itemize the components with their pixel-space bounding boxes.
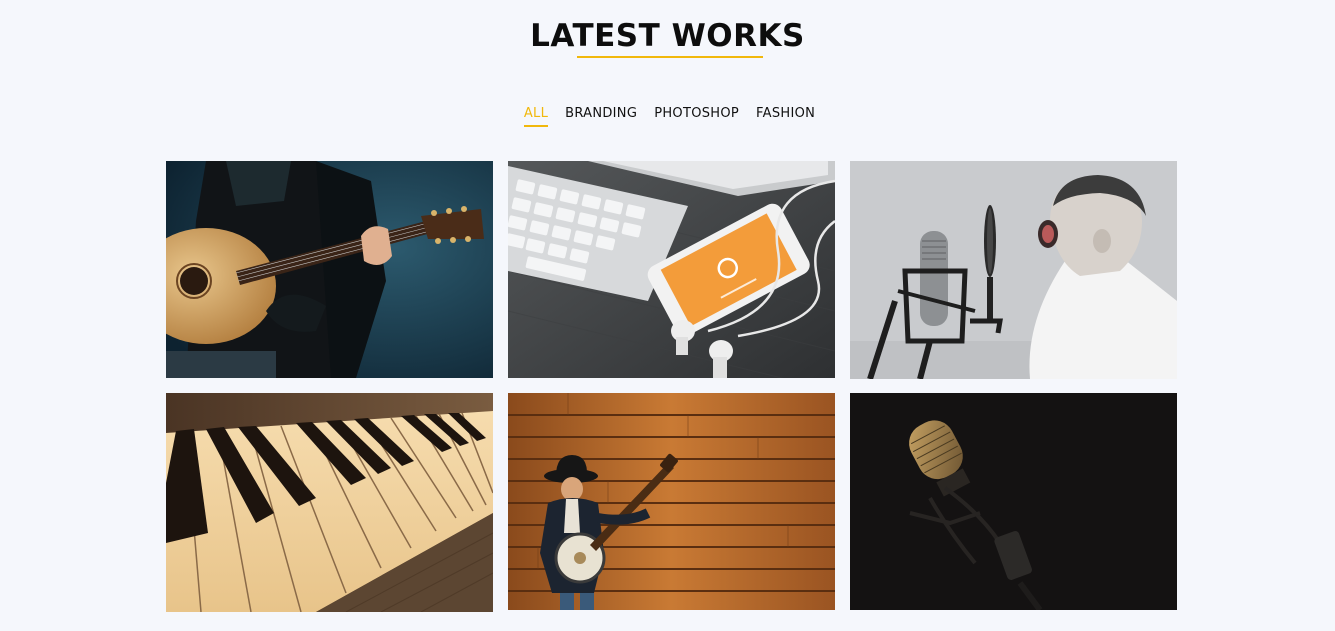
keyboard-phone-earphones-photo <box>508 161 835 378</box>
gallery-item-studio-mic[interactable] <box>850 393 1177 610</box>
filter-photoshop[interactable]: PHOTOSHOP <box>654 104 739 124</box>
filter-fashion[interactable]: FASHION <box>756 104 815 124</box>
gallery-item-guitar[interactable] <box>166 161 493 378</box>
banjo-player-wood-wall-photo <box>508 393 835 610</box>
title-underline <box>577 56 763 58</box>
gallery-item-banjo[interactable] <box>508 393 835 610</box>
piano-keys-photo <box>166 393 493 612</box>
gallery-item-keyboard-phone[interactable] <box>508 161 835 378</box>
portfolio-filter-nav: ALL BRANDING PHOTOSHOP FASHION <box>0 104 1335 127</box>
gallery-item-singing-boy[interactable] <box>850 161 1177 379</box>
studio-microphone-dark-photo <box>850 393 1177 610</box>
gallery-item-piano[interactable] <box>166 393 493 612</box>
boy-singing-microphone-photo <box>850 161 1177 379</box>
filter-branding[interactable]: BRANDING <box>565 104 637 124</box>
section-title: LATEST WORKS <box>530 18 805 54</box>
guitar-player-photo <box>166 161 493 378</box>
filter-all[interactable]: ALL <box>523 104 549 127</box>
